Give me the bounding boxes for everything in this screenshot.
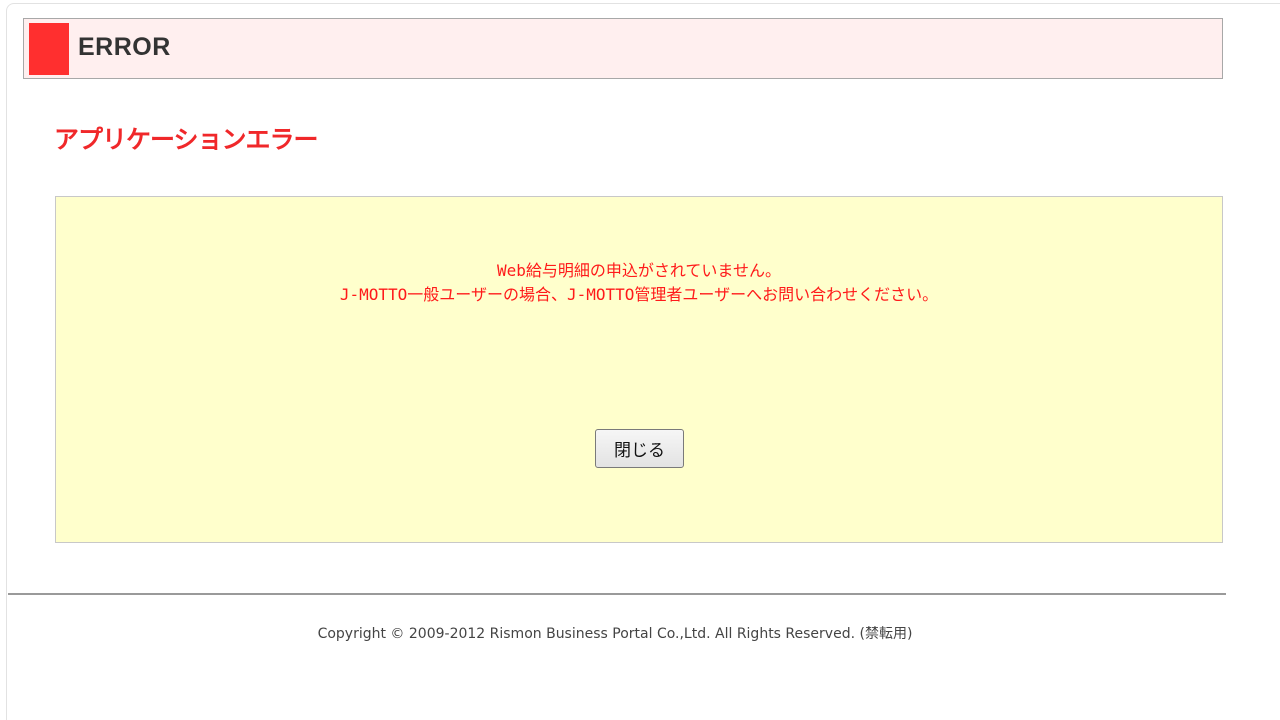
header-accent-block (29, 23, 69, 75)
page-title: アプリケーションエラー (54, 125, 319, 154)
error-header: ERROR (23, 18, 1223, 79)
header-title: ERROR (78, 33, 171, 61)
footer-copyright: Copyright © 2009-2012 Rismon Business Po… (317, 626, 913, 642)
close-button[interactable]: 閉じる (595, 429, 684, 468)
error-message-line-2: J-MOTTO一般ユーザーの場合、J-MOTTO管理者ユーザーへお問い合わせくだ… (339, 285, 939, 304)
error-message-line-1: Web給与明細の申込がされていません。 (497, 261, 781, 280)
error-message-box: Web給与明細の申込がされていません。 J-MOTTO一般ユーザーの場合、J-M… (55, 196, 1223, 543)
footer-divider (8, 593, 1226, 595)
